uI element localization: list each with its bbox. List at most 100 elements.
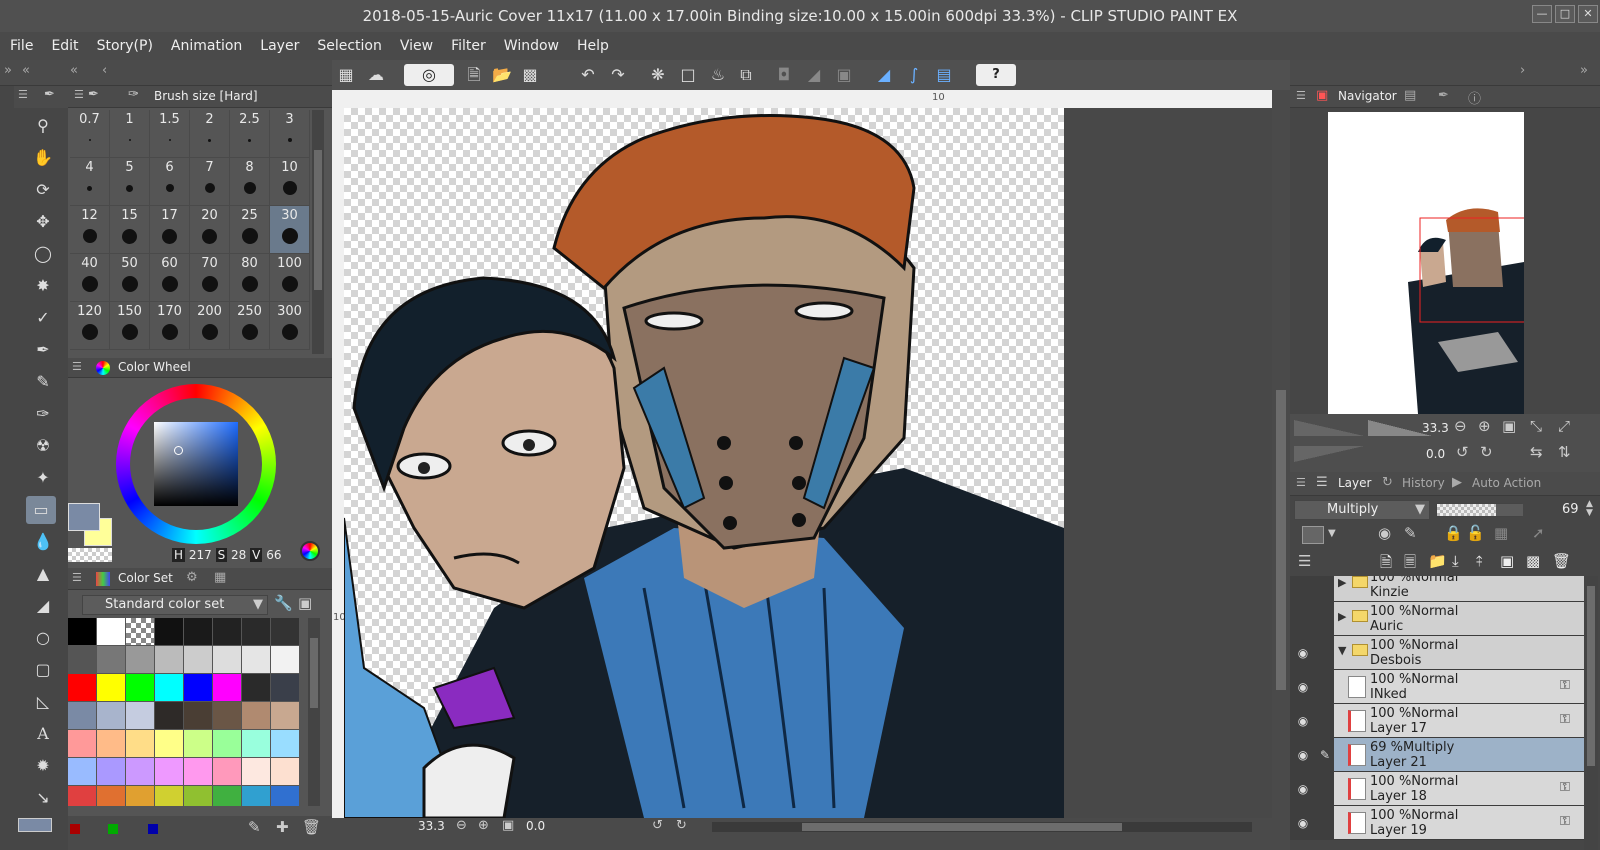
- brush-scroll-thumb[interactable]: [314, 150, 322, 290]
- brush-size-cell[interactable]: 4: [70, 158, 110, 206]
- cloud-icon[interactable]: ☁: [364, 62, 388, 88]
- navigator-tab[interactable]: Navigator: [1338, 89, 1397, 103]
- color-swatch[interactable]: [97, 646, 126, 674]
- brush-size-cell[interactable]: 5: [110, 158, 150, 206]
- edit-target-icon[interactable]: [1316, 772, 1334, 806]
- rotate-icon[interactable]: ⟳: [28, 176, 58, 204]
- recent-blue-chip[interactable]: [148, 824, 158, 834]
- pen-icon[interactable]: ✒: [28, 336, 58, 364]
- folder-collapse-icon[interactable]: ▼: [1338, 644, 1346, 657]
- color-swatch[interactable]: [271, 730, 300, 758]
- eye-icon[interactable]: ◉: [1290, 636, 1316, 670]
- brush-size-tab[interactable]: Brush size [Hard]: [154, 89, 258, 103]
- menu-layer[interactable]: Layer: [260, 38, 299, 54]
- info-tab-icon[interactable]: ⓘ: [1468, 88, 1481, 107]
- color-swatch[interactable]: [213, 758, 242, 786]
- brush-size-cell[interactable]: 250: [230, 302, 270, 350]
- navigator-flip-icon[interactable]: ⤡: [1530, 417, 1542, 435]
- lock-icon[interactable]: ⚿: [1560, 814, 1570, 829]
- color-swatch[interactable]: [242, 674, 271, 702]
- color-swatch[interactable]: [271, 702, 300, 730]
- zoom-slider[interactable]: [1294, 420, 1364, 436]
- mask-icon[interactable]: ▦: [1494, 524, 1508, 542]
- tool-property-tab-icon[interactable]: ✒: [1438, 88, 1449, 103]
- lock-icon[interactable]: ⚿: [1560, 678, 1570, 693]
- menu-edit[interactable]: Edit: [51, 38, 78, 54]
- menu-view[interactable]: View: [400, 38, 433, 54]
- main-color-chip[interactable]: [18, 818, 52, 832]
- brush-size-cell[interactable]: 30: [270, 206, 310, 254]
- combine-down-icon[interactable]: ⤉: [1476, 552, 1483, 570]
- lock-icon[interactable]: ▣: [298, 594, 312, 612]
- tab-history[interactable]: History: [1402, 476, 1445, 490]
- reference-layer-icon[interactable]: ◉: [1378, 524, 1391, 542]
- expand-left-icon[interactable]: «: [22, 63, 30, 78]
- pen-tab-icon[interactable]: ✒: [44, 87, 55, 102]
- brush-size-cell[interactable]: 10: [270, 158, 310, 206]
- color-swatch[interactable]: [155, 674, 184, 702]
- navigator-flip-v-icon[interactable]: ⇅: [1558, 443, 1571, 461]
- eye-icon[interactable]: ◉: [1290, 738, 1316, 772]
- folder-expand-icon[interactable]: ▶: [1338, 576, 1346, 589]
- color-swatch[interactable]: [213, 646, 242, 674]
- eyedropper-add-icon[interactable]: ✎: [248, 818, 261, 836]
- color-set-scroll-thumb[interactable]: [310, 638, 318, 708]
- navigator-zoom-in-icon[interactable]: ⊕: [1478, 417, 1491, 435]
- color-swatch[interactable]: [271, 786, 300, 806]
- new-vector-layer-icon[interactable]: 🗏: [1404, 552, 1416, 577]
- correct-line-icon[interactable]: ↘: [28, 784, 58, 812]
- close-button[interactable]: ✕: [1578, 5, 1598, 23]
- color-swatch[interactable]: [213, 702, 242, 730]
- invert-selection-icon[interactable]: ◢: [802, 62, 826, 88]
- brush-size-cell[interactable]: 50: [110, 254, 150, 302]
- layer-row[interactable]: ◉ 100 %Normal Layer 19 ⚿: [1290, 806, 1584, 840]
- intermediate-color-tab-icon[interactable]: ⚙: [186, 570, 198, 585]
- eye-icon[interactable]: [1290, 576, 1316, 602]
- collapse-left-icon[interactable]: »: [4, 63, 12, 78]
- brush-icon[interactable]: ✑: [28, 400, 58, 428]
- clear-icon[interactable]: ❋: [646, 62, 670, 88]
- tab-layer[interactable]: Layer: [1338, 476, 1371, 490]
- color-wheel-tab-icon[interactable]: [96, 361, 110, 375]
- brush-size-cell[interactable]: 200: [190, 302, 230, 350]
- panel-menu-icon[interactable]: ☰: [1296, 89, 1306, 102]
- tab-auto-action[interactable]: Auto Action: [1472, 476, 1541, 490]
- navigator-rotate-right-icon[interactable]: ↻: [1480, 443, 1493, 461]
- back-icon[interactable]: ‹: [102, 63, 107, 78]
- brush-size-cell[interactable]: 70: [190, 254, 230, 302]
- add-color-icon[interactable]: ✚: [276, 818, 289, 836]
- navigator-fit-icon[interactable]: ▣: [1502, 417, 1516, 435]
- lock-transparency-icon[interactable]: 🔓: [1466, 524, 1485, 542]
- deselect-icon[interactable]: ◘: [772, 62, 796, 88]
- brush-size-cell[interactable]: 100: [270, 254, 310, 302]
- collapse-panel-icon[interactable]: «: [70, 63, 78, 78]
- rotate-right-icon[interactable]: ↻: [676, 818, 687, 833]
- color-swatch[interactable]: [155, 618, 184, 646]
- wrench-icon[interactable]: 🔧: [274, 594, 293, 612]
- color-swatch[interactable]: [184, 786, 213, 806]
- color-swatch[interactable]: [184, 730, 213, 758]
- canvas-viewport[interactable]: [344, 108, 1272, 818]
- color-swatch[interactable]: [126, 730, 155, 758]
- navigator-reset-icon[interactable]: ⤢: [1558, 417, 1570, 435]
- edit-target-icon[interactable]: [1316, 576, 1334, 602]
- color-swatch[interactable]: [271, 674, 300, 702]
- snap-grid-icon[interactable]: ▤: [932, 62, 956, 88]
- text-icon[interactable]: A: [28, 720, 58, 748]
- rotation-slider[interactable]: [1294, 446, 1364, 462]
- menu-file[interactable]: File: [10, 38, 33, 54]
- eye-icon[interactable]: ◉: [1290, 670, 1316, 704]
- color-set-tab-icon[interactable]: [96, 572, 110, 586]
- color-swatch[interactable]: [242, 786, 271, 806]
- brush-size-cell[interactable]: 150: [110, 302, 150, 350]
- chevron-down-icon[interactable]: ▼: [1328, 528, 1336, 539]
- menu-selection[interactable]: Selection: [317, 38, 382, 54]
- rotate-left-icon[interactable]: ↺: [652, 818, 663, 833]
- mask-layer-icon[interactable]: ▣: [1500, 552, 1514, 570]
- fill-selection-icon[interactable]: □: [676, 62, 700, 88]
- minimize-button[interactable]: —: [1532, 5, 1552, 23]
- eye-icon[interactable]: ◉: [1290, 806, 1316, 840]
- color-swatch[interactable]: [184, 618, 213, 646]
- navigator-preview[interactable]: [1328, 112, 1524, 414]
- color-swatch[interactable]: [155, 786, 184, 806]
